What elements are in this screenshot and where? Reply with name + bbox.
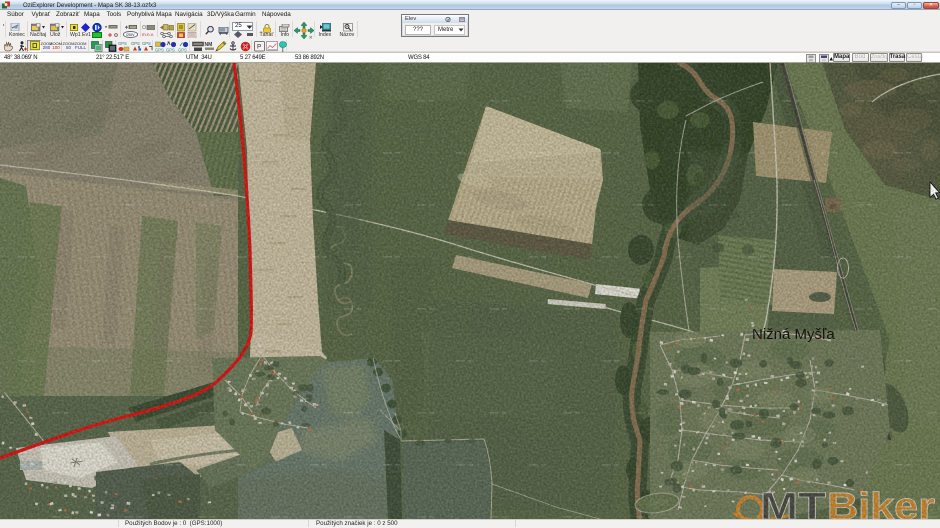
svg-text:GPS: GPS <box>155 47 164 52</box>
svg-text:GPS: GPS <box>178 47 187 52</box>
svg-text:GPS: GPS <box>142 41 151 46</box>
svg-text:GPS: GPS <box>118 41 127 46</box>
svg-text:NM: NM <box>205 42 213 48</box>
svg-text:GPS: GPS <box>131 41 140 46</box>
svg-text:P: P <box>257 43 261 50</box>
svg-text:GPS: GPS <box>166 47 175 52</box>
svg-text:A: A <box>346 24 349 29</box>
